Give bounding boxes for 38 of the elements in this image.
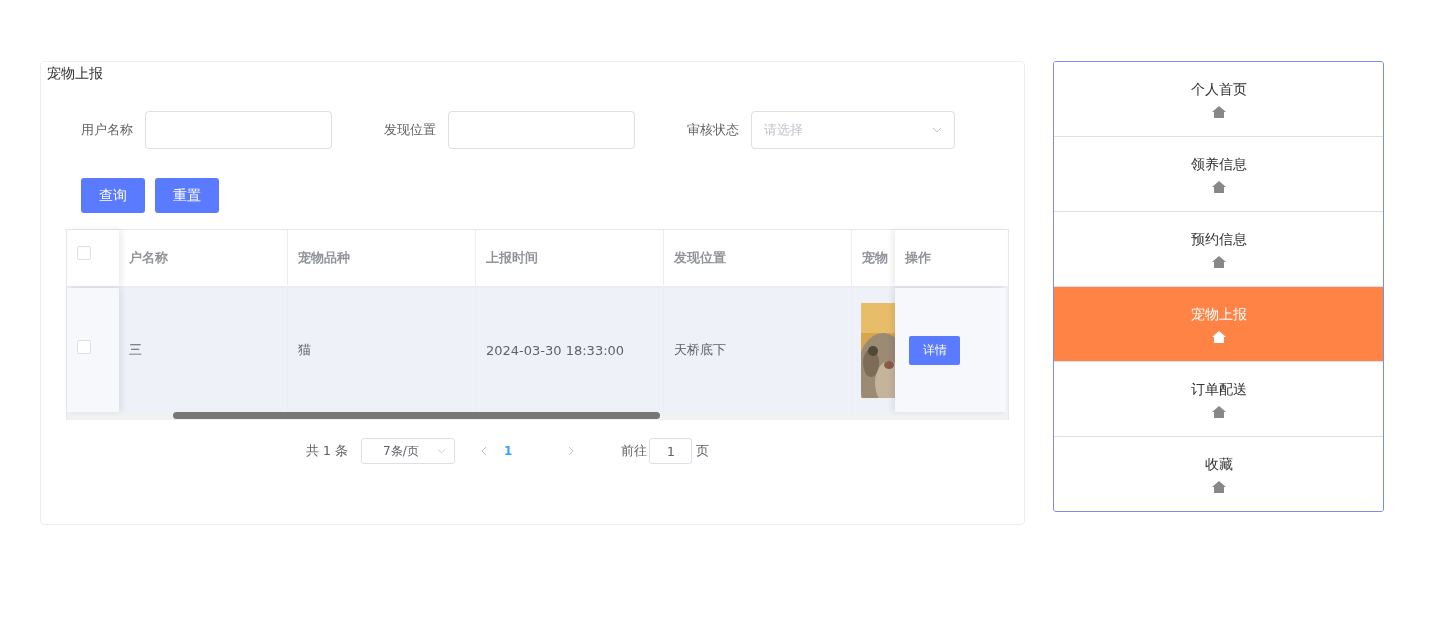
page-suffix: 页 <box>696 442 710 460</box>
filter-label: 发现位置 <box>384 121 437 139</box>
text-field[interactable] <box>145 111 332 149</box>
previous-page-icon[interactable] <box>481 446 488 456</box>
goto-label: 前往 <box>621 442 648 460</box>
row-checkbox[interactable] <box>77 340 91 354</box>
chevron-down-icon <box>437 448 447 454</box>
table-cell: 天桥底下 <box>674 341 726 359</box>
table-cell: 三 <box>129 341 142 359</box>
detail-button[interactable]: 详情 <box>909 335 960 365</box>
card-title: 宠物上报 <box>46 64 104 83</box>
total-count: 共 1 条 <box>305 442 349 460</box>
home-icon <box>1211 180 1226 193</box>
column-header: 上报时间 <box>486 249 538 267</box>
select-all-checkbox[interactable] <box>77 246 91 260</box>
text-field[interactable] <box>448 111 635 149</box>
column-header: 操作 <box>905 249 931 267</box>
reset-button[interactable]: 重置 <box>155 178 219 213</box>
home-icon <box>1211 330 1226 343</box>
menu-item[interactable]: 个人首页 <box>1054 62 1383 137</box>
table-cell: 2024-03-30 18:33:00 <box>486 342 625 358</box>
filter-label: 审核状态 <box>687 121 740 139</box>
column-header: 户名称 <box>129 249 168 267</box>
page-size-select[interactable]: 7条/页 <box>361 438 456 464</box>
filter-label: 用户名称 <box>81 121 134 139</box>
column-header: 发现位置 <box>674 249 726 267</box>
table-cell: 猫 <box>298 341 311 359</box>
next-page-icon[interactable] <box>568 446 575 456</box>
column-header: 宠物品种 <box>298 249 350 267</box>
home-icon <box>1211 405 1226 418</box>
chevron-down-icon <box>932 127 942 133</box>
home-icon <box>1211 105 1226 118</box>
column-header: 宠物 <box>862 249 888 267</box>
page-field[interactable]: 1 <box>649 438 693 464</box>
scrollbar-thumb[interactable] <box>173 412 660 419</box>
search-button[interactable]: 查询 <box>81 178 145 213</box>
home-icon <box>1211 255 1226 268</box>
home-icon <box>1211 480 1226 493</box>
